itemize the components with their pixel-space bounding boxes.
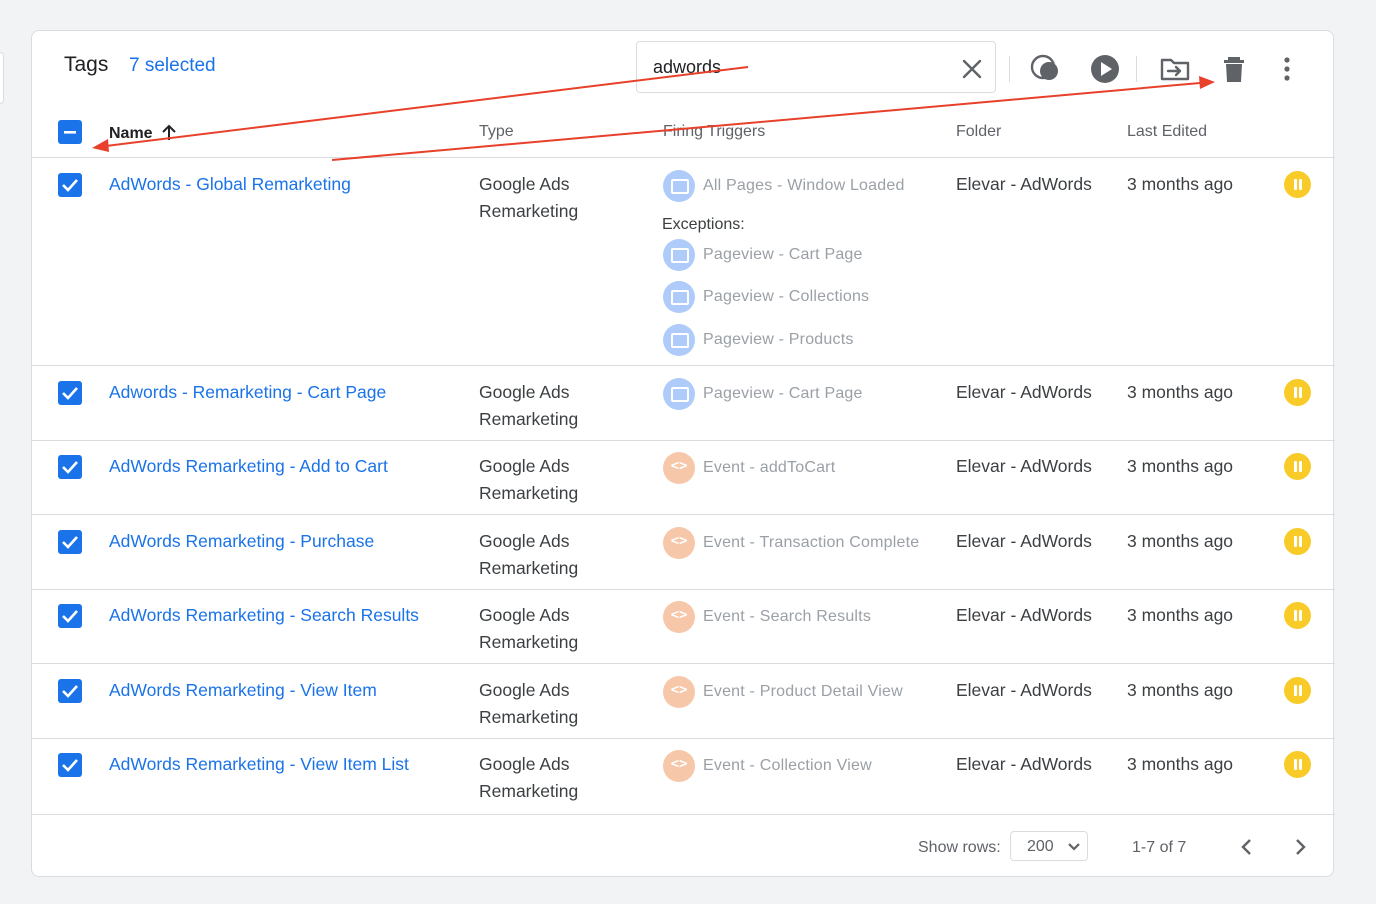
folder-name: Elevar - AdWords bbox=[956, 605, 1092, 625]
folder-name: Elevar - AdWords bbox=[956, 456, 1092, 476]
pause-icon[interactable] bbox=[1284, 171, 1311, 198]
firing-trigger-link[interactable]: Pageview - Cart Page bbox=[703, 385, 863, 403]
tag-type: Google Ads Remarketing bbox=[479, 382, 579, 429]
side-panel-edge bbox=[0, 52, 4, 104]
firing-trigger-link[interactable]: Event - addToCart bbox=[703, 459, 835, 477]
pageview-trigger-icon bbox=[663, 378, 695, 410]
column-header-folder[interactable]: Folder bbox=[956, 123, 1001, 141]
table-row[interactable]: AdWords Remarketing - Search Results Goo… bbox=[32, 590, 1335, 664]
row-checkbox[interactable] bbox=[58, 679, 82, 703]
exception-trigger-link[interactable]: Pageview - Cart Page bbox=[703, 246, 863, 264]
custom-event-trigger-icon: <> bbox=[663, 676, 695, 708]
page-title: Tags bbox=[64, 53, 109, 76]
folder-name: Elevar - AdWords bbox=[956, 382, 1092, 402]
table-row[interactable]: AdWords Remarketing - Purchase Google Ad… bbox=[32, 515, 1335, 589]
table-row[interactable]: AdWords Remarketing - Add to Cart Google… bbox=[32, 441, 1335, 515]
play-icon[interactable] bbox=[1088, 52, 1122, 86]
tags-card: Tags 7 selected adwords Name Type Firing… bbox=[31, 30, 1335, 877]
firing-trigger-link[interactable]: Event - Transaction Complete bbox=[703, 534, 919, 552]
custom-event-trigger-icon: <> bbox=[663, 452, 695, 484]
folder-name: Elevar - AdWords bbox=[956, 680, 1092, 700]
move-to-folder-icon[interactable] bbox=[1158, 52, 1192, 86]
custom-event-trigger-icon: <> bbox=[663, 750, 695, 782]
pause-icon[interactable] bbox=[1284, 453, 1311, 480]
column-header-name[interactable]: Name bbox=[109, 123, 177, 146]
last-edited: 3 months ago bbox=[1127, 531, 1234, 551]
last-edited: 3 months ago bbox=[1127, 605, 1234, 625]
pause-icon[interactable] bbox=[1284, 379, 1311, 406]
divider bbox=[32, 814, 1335, 815]
delete-icon[interactable] bbox=[1217, 52, 1251, 86]
firing-trigger-link[interactable]: Event - Product Detail View bbox=[703, 683, 903, 701]
folder-name: Elevar - AdWords bbox=[956, 174, 1092, 194]
arrow-up-icon bbox=[161, 123, 177, 146]
tag-type: Google Ads Remarketing bbox=[479, 754, 579, 801]
table-row[interactable]: AdWords Remarketing - View Item Google A… bbox=[32, 664, 1335, 738]
show-rows-label: Show rows: bbox=[918, 839, 1001, 856]
exception-trigger-link[interactable]: Pageview - Products bbox=[703, 331, 854, 349]
pause-icon[interactable] bbox=[1284, 602, 1311, 629]
row-checkbox[interactable] bbox=[58, 455, 82, 479]
pageview-trigger-icon bbox=[663, 170, 695, 202]
pageview-trigger-icon bbox=[663, 281, 695, 313]
more-vert-icon[interactable] bbox=[1270, 52, 1304, 86]
search-input[interactable]: adwords bbox=[653, 57, 721, 78]
last-edited: 3 months ago bbox=[1127, 382, 1234, 402]
tag-name-link[interactable]: AdWords - Global Remarketing bbox=[109, 174, 351, 195]
tag-type: Google Ads Remarketing bbox=[479, 605, 579, 652]
pause-icon[interactable] bbox=[1284, 528, 1311, 555]
overlap-icon[interactable] bbox=[1029, 52, 1063, 86]
tag-type: Google Ads Remarketing bbox=[479, 456, 579, 503]
tag-name-link[interactable]: AdWords Remarketing - Search Results bbox=[109, 605, 419, 626]
row-checkbox[interactable] bbox=[58, 604, 82, 628]
rows-per-page-select[interactable]: 200 bbox=[1010, 831, 1088, 861]
pause-icon[interactable] bbox=[1284, 751, 1311, 778]
exception-trigger-link[interactable]: Pageview - Collections bbox=[703, 288, 869, 306]
close-icon[interactable] bbox=[961, 58, 983, 80]
tag-type: Google Ads Remarketing bbox=[479, 680, 579, 727]
last-edited: 3 months ago bbox=[1127, 680, 1234, 700]
tag-type: Google Ads Remarketing bbox=[479, 531, 579, 578]
column-header-firing-triggers[interactable]: Firing Triggers bbox=[663, 123, 765, 141]
tag-type: Google Ads Remarketing bbox=[479, 174, 579, 221]
pageview-trigger-icon bbox=[663, 324, 695, 356]
pause-icon[interactable] bbox=[1284, 677, 1311, 704]
tag-name-link[interactable]: AdWords Remarketing - Purchase bbox=[109, 531, 374, 552]
toolbar-divider bbox=[1136, 56, 1137, 82]
custom-event-trigger-icon: <> bbox=[663, 527, 695, 559]
pagination-range: 1-7 of 7 bbox=[1132, 839, 1187, 856]
tag-name-link[interactable]: Adwords - Remarketing - Cart Page bbox=[109, 382, 386, 403]
firing-trigger-link[interactable]: Event - Search Results bbox=[703, 608, 871, 626]
table-row[interactable]: AdWords Remarketing - View Item List Goo… bbox=[32, 739, 1335, 813]
folder-name: Elevar - AdWords bbox=[956, 754, 1092, 774]
table-row[interactable]: AdWords - Global Remarketing Google Ads … bbox=[32, 158, 1335, 365]
chevron-right-icon[interactable] bbox=[1288, 835, 1312, 859]
row-checkbox[interactable] bbox=[58, 381, 82, 405]
row-checkbox[interactable] bbox=[58, 530, 82, 554]
selected-count: 7 selected bbox=[129, 55, 216, 76]
column-header-last-edited[interactable]: Last Edited bbox=[1127, 123, 1207, 141]
search-box[interactable]: adwords bbox=[636, 41, 996, 93]
toolbar-divider bbox=[1009, 56, 1010, 82]
folder-name: Elevar - AdWords bbox=[956, 531, 1092, 551]
column-header-type[interactable]: Type bbox=[479, 123, 514, 141]
last-edited: 3 months ago bbox=[1127, 754, 1234, 774]
pageview-trigger-icon bbox=[663, 239, 695, 271]
exceptions-label: Exceptions: bbox=[662, 216, 745, 233]
tag-name-link[interactable]: AdWords Remarketing - View Item bbox=[109, 680, 377, 701]
chevron-down-icon bbox=[1067, 840, 1081, 858]
table-row[interactable]: Adwords - Remarketing - Cart Page Google… bbox=[32, 366, 1335, 440]
firing-trigger-link[interactable]: Event - Collection View bbox=[703, 757, 872, 775]
tag-name-link[interactable]: AdWords Remarketing - Add to Cart bbox=[109, 456, 388, 477]
select-all-checkbox[interactable] bbox=[58, 120, 82, 144]
tag-name-link[interactable]: AdWords Remarketing - View Item List bbox=[109, 754, 409, 775]
row-checkbox[interactable] bbox=[58, 753, 82, 777]
last-edited: 3 months ago bbox=[1127, 456, 1234, 476]
row-checkbox[interactable] bbox=[58, 173, 82, 197]
firing-trigger-link[interactable]: All Pages - Window Loaded bbox=[703, 177, 905, 195]
custom-event-trigger-icon: <> bbox=[663, 601, 695, 633]
chevron-left-icon[interactable] bbox=[1235, 835, 1259, 859]
last-edited: 3 months ago bbox=[1127, 174, 1234, 194]
